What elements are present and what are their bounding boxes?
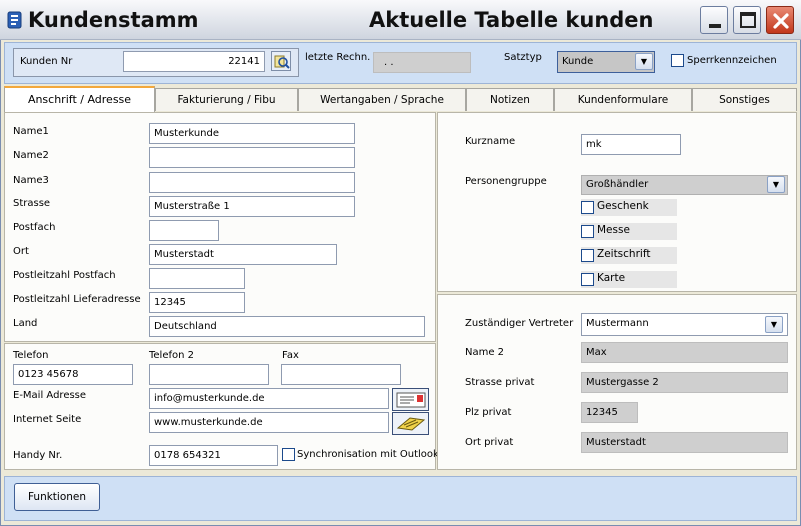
fax-label: Fax (282, 350, 299, 361)
kunden-nr-input[interactable]: 22141 (123, 51, 265, 72)
personengruppe-value: Großhändler (586, 179, 649, 190)
minimize-button[interactable] (700, 6, 728, 34)
name2-input[interactable] (149, 147, 355, 168)
vertreter-value: Mustermann (586, 318, 649, 329)
mail-icon (396, 392, 426, 408)
ort-input[interactable]: Musterstadt (149, 244, 337, 265)
window-title: Kundenstamm (28, 8, 199, 32)
internet-open-button[interactable] (392, 412, 429, 435)
search-icon (274, 55, 290, 69)
name1-label: Name1 (13, 126, 49, 137)
close-button[interactable] (766, 6, 794, 34)
strasse-privat-field: Mustergasse 2 (581, 372, 788, 393)
name3-label: Name3 (13, 175, 49, 186)
plz-postfach-label: Postleitzahl Postfach (13, 270, 116, 281)
tab-sonstiges[interactable]: Sonstiges (692, 88, 797, 111)
messe-checkbox[interactable] (581, 225, 594, 238)
name2-privat-label: Name 2 (465, 347, 505, 358)
web-icon (396, 417, 426, 431)
kurzname-label: Kurzname (465, 136, 516, 147)
vertreter-label: Zuständiger Vertreter (465, 318, 574, 329)
email-label: E-Mail Adresse (13, 390, 87, 401)
ort-privat-label: Ort privat (465, 437, 514, 448)
internet-label: Internet Seite (13, 414, 82, 425)
personengruppe-label: Personengruppe (465, 176, 547, 187)
plz-postfach-input[interactable] (149, 268, 245, 289)
zeitschrift-option: Zeitschrift (581, 247, 677, 264)
postfach-input[interactable] (149, 220, 219, 241)
telefon2-label: Telefon 2 (149, 350, 195, 361)
close-icon (773, 13, 789, 29)
plz-privat-label: Plz privat (465, 407, 512, 418)
kurzname-input[interactable]: mk (581, 134, 681, 155)
name1-input[interactable]: Musterkunde (149, 123, 355, 144)
plz-lieferadresse-input[interactable]: 12345 (149, 292, 245, 313)
messe-label: Messe (597, 224, 630, 236)
satztyp-label: Satztyp (504, 52, 542, 63)
plz-lieferadresse-label: Postleitzahl Lieferadresse (13, 294, 141, 305)
chevron-down-icon[interactable]: ▼ (765, 316, 783, 333)
geschenk-option: Geschenk (581, 199, 677, 216)
footer-panel (4, 476, 797, 521)
ort-label: Ort (13, 246, 29, 257)
name3-input[interactable] (149, 172, 355, 193)
plz-privat-field: 12345 (581, 402, 638, 423)
minimize-icon (709, 24, 721, 28)
handy-input[interactable]: 0178 654321 (149, 445, 278, 466)
strasse-input[interactable]: Musterstraße 1 (149, 196, 355, 217)
chevron-down-icon[interactable]: ▼ (767, 176, 785, 193)
sperrkennzeichen-checkbox[interactable] (671, 54, 684, 67)
kunden-nr-label: Kunden Nr (20, 56, 73, 67)
personengruppe-select[interactable]: Großhändler (581, 175, 788, 195)
telefon2-input[interactable] (149, 364, 269, 385)
handy-label: Handy Nr. (13, 450, 63, 461)
letzte-rechn-label: letzte Rechn. (305, 52, 371, 63)
geschenk-checkbox[interactable] (581, 201, 594, 214)
tab-notizen[interactable]: Notizen (466, 88, 554, 111)
strasse-label: Strasse (13, 198, 51, 209)
satztyp-value: Kunde (562, 56, 594, 67)
maximize-icon (740, 12, 756, 28)
ort-privat-field: Musterstadt (581, 432, 788, 453)
messe-option: Messe (581, 223, 677, 240)
table-title: Aktuelle Tabelle kunden (369, 8, 654, 32)
telefon-input[interactable]: 0123 45678 (13, 364, 133, 385)
letzte-rechn-field: . . (373, 52, 471, 73)
tab-fakturierung[interactable]: Fakturierung / Fibu (155, 88, 298, 111)
email-input[interactable]: info@musterkunde.de (149, 388, 389, 409)
zeitschrift-checkbox[interactable] (581, 249, 594, 262)
tab-wertangaben[interactable]: Wertangaben / Sprache (298, 88, 466, 111)
name2-privat-field: Max (581, 342, 788, 363)
chevron-down-icon[interactable]: ▼ (635, 53, 653, 70)
karte-checkbox[interactable] (581, 273, 594, 286)
search-button[interactable] (271, 51, 291, 71)
tab-anschrift[interactable]: Anschrift / Adresse (4, 86, 155, 113)
karte-label: Karte (597, 272, 626, 284)
funktionen-button[interactable]: Funktionen (14, 483, 100, 511)
name2-label: Name2 (13, 150, 49, 161)
sperrkennzeichen-label: Sperrkennzeichen (687, 55, 777, 66)
internet-input[interactable]: www.musterkunde.de (149, 412, 389, 433)
sync-outlook-label: Synchronisation mit Outlook (297, 449, 439, 460)
geschenk-label: Geschenk (597, 200, 649, 212)
strasse-privat-label: Strasse privat (465, 377, 535, 388)
email-send-button[interactable] (392, 388, 429, 411)
land-label: Land (13, 318, 38, 329)
postfach-label: Postfach (13, 222, 56, 233)
karte-option: Karte (581, 271, 677, 288)
telefon-label: Telefon (13, 350, 49, 361)
maximize-button[interactable] (733, 6, 761, 34)
fax-input[interactable] (281, 364, 401, 385)
tab-kundenformulare[interactable]: Kundenformulare (554, 88, 692, 111)
app-icon (7, 11, 22, 29)
vertreter-select[interactable]: Mustermann (581, 313, 788, 336)
zeitschrift-label: Zeitschrift (597, 248, 651, 260)
land-input[interactable]: Deutschland (149, 316, 425, 337)
sync-outlook-checkbox[interactable] (282, 448, 295, 461)
